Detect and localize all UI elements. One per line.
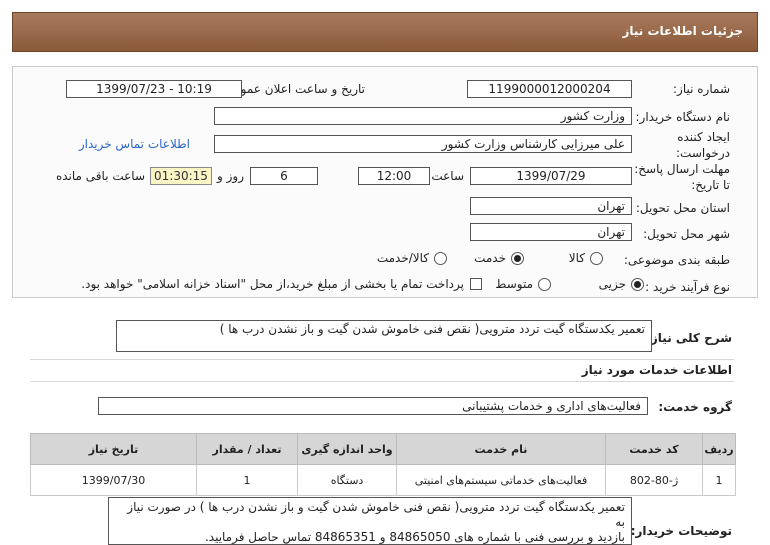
table-header-row: ردیف کد خدمت نام خدمت واحد اندازه گیری ت…	[30, 433, 736, 465]
cell-unit: دستگاه	[297, 464, 397, 496]
city-field: تهران	[470, 223, 632, 241]
province-field: تهران	[470, 197, 632, 215]
category-option-goods-service: کالا/خدمت	[376, 251, 429, 265]
buyer-org-field: وزارت کشور	[214, 107, 632, 125]
service-group-field: فعالیت‌های اداری و خدمات پشتیبانی	[98, 397, 648, 415]
col-unit-header: واحد اندازه گیری	[297, 433, 397, 465]
cell-qty: 1	[196, 464, 298, 496]
category-radio-goods[interactable]	[590, 252, 603, 265]
requester-label-1: ایجاد کننده	[677, 130, 730, 144]
days-label: روز و	[217, 169, 244, 183]
requester-label-2: درخواست:	[676, 146, 730, 160]
deadline-label-2: تا تاریخ:	[691, 178, 730, 192]
process-label: نوع فرآیند خرید :	[645, 280, 730, 294]
service-group-label: گروه خدمت:	[658, 400, 732, 414]
days-field: 6	[250, 167, 318, 185]
services-table: ردیف کد خدمت نام خدمت واحد اندازه گیری ت…	[30, 433, 736, 496]
col-code-header: کد خدمت	[605, 433, 703, 465]
col-qty-header: تعداد / مقدار	[196, 433, 298, 465]
process-option-minor: جزیی	[598, 277, 626, 291]
cell-date: 1399/07/30	[30, 464, 197, 496]
summary-label: شرح کلی نیاز:	[646, 331, 732, 345]
deadline-time-field: 12:00	[358, 167, 430, 185]
col-date-header: تاریخ نیاز	[30, 433, 197, 465]
summary-field: تعمیر یکدستگاه گیت تردد مترویی( نقص فنی …	[116, 320, 652, 352]
deadline-time-label: ساعت	[431, 169, 464, 183]
page-title: جزئیات اطلاعات نیاز	[622, 24, 743, 38]
col-row-header: ردیف	[702, 433, 736, 465]
category-option-service: خدمت	[474, 251, 506, 265]
deadline-label-1: مهلت ارسال پاسخ:	[634, 162, 730, 176]
process-radio-minor[interactable]	[631, 278, 644, 291]
divider	[30, 359, 734, 360]
cell-row: 1	[702, 464, 736, 496]
category-option-goods: کالا	[568, 251, 585, 265]
need-number-label: شماره نیاز:	[673, 82, 730, 96]
category-radio-service[interactable]	[511, 252, 524, 265]
table-row: 1 ژ-80-802 فعالیت‌های خدماتی سیستم‌های ا…	[30, 464, 736, 496]
cell-name: فعالیت‌های خدماتی سیستم‌های امنیتی	[396, 464, 606, 496]
buyer-notes-label: توضیحات خریدار:	[630, 524, 732, 538]
buyer-notes-line: بازدید و بررسی فنی با شماره های 84865050…	[204, 530, 625, 544]
col-name-header: نام خدمت	[396, 433, 606, 465]
remaining-label: ساعت باقی مانده	[55, 169, 145, 183]
buyer-notes-field: تعمیر یکدستگاه گیت تردد مترویی( نقص فنی …	[108, 497, 632, 545]
category-radio-goods-service[interactable]	[434, 252, 447, 265]
payment-checkbox[interactable]	[470, 278, 482, 290]
page-header: جزئیات اطلاعات نیاز	[12, 12, 758, 52]
need-number-field: 1199000012000204	[467, 80, 632, 98]
cell-code: ژ-80-802	[605, 464, 703, 496]
process-option-medium: متوسط	[495, 277, 533, 291]
buyer-notes-line: تعمیر یکدستگاه گیت تردد مترویی( نقص فنی …	[127, 500, 625, 529]
buyer-contact-link[interactable]: اطلاعات تماس خریدار	[79, 137, 190, 151]
process-radio-medium[interactable]	[538, 278, 551, 291]
city-label: شهر محل تحویل:	[643, 227, 730, 241]
payment-note: پرداخت تمام یا بخشی از مبلغ خرید،از محل …	[81, 277, 464, 291]
requester-field: علی میرزایی کارشناس وزارت کشور	[214, 135, 632, 153]
deadline-date-field: 1399/07/29	[470, 167, 632, 185]
remaining-timer: 01:30:15	[150, 167, 212, 185]
province-label: استان محل تحویل:	[635, 201, 730, 215]
category-label: طبقه بندی موضوعی:	[623, 253, 730, 267]
services-section-title: اطلاعات خدمات مورد نیاز	[581, 363, 732, 377]
divider	[30, 381, 734, 382]
announce-field: 1399/07/23 - 10:19	[66, 80, 242, 98]
buyer-org-label: نام دستگاه خریدار:	[635, 110, 731, 124]
